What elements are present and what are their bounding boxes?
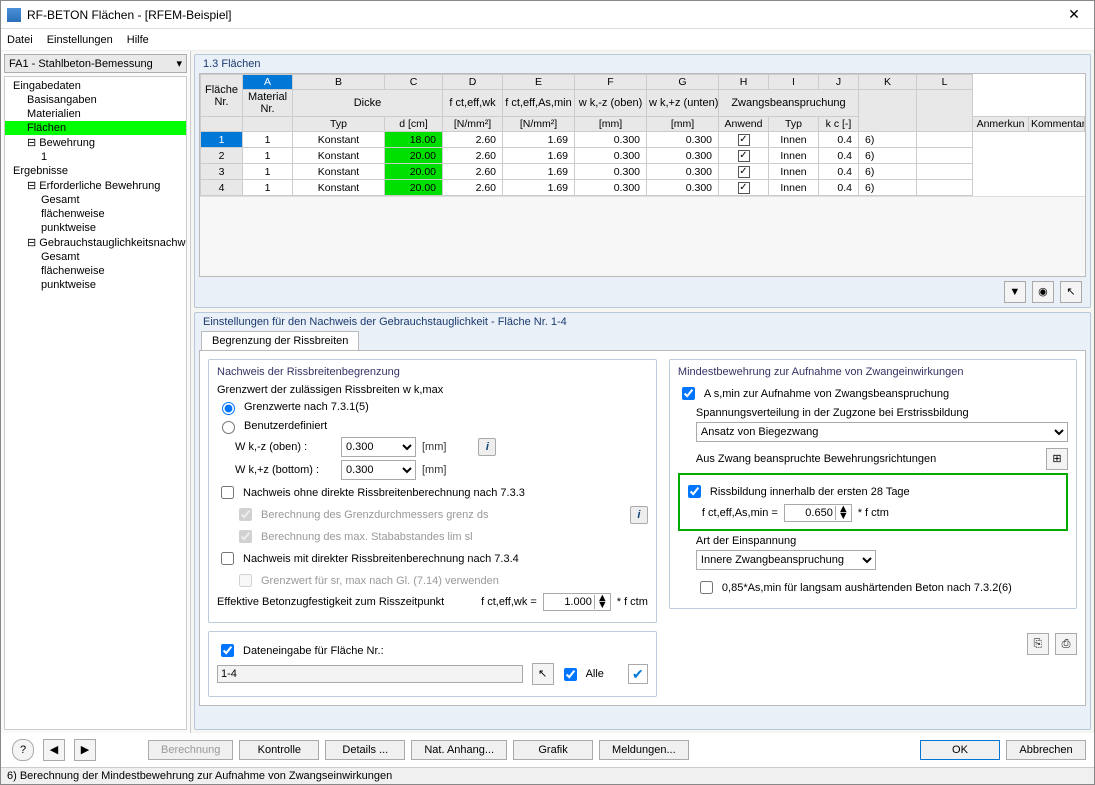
case-combo-value: FA1 - Stahlbeton-Bemessung [9,58,176,70]
spannung-select[interactable]: Ansatz von Biegezwang [696,422,1068,442]
tree-eingabedaten[interactable]: Eingabedaten [5,79,186,93]
tree-basisangaben[interactable]: Basisangaben [5,93,186,107]
paste-icon[interactable]: ⎙ [1055,633,1077,655]
menu-settings[interactable]: Einstellungen [47,34,113,46]
case-combo[interactable]: FA1 - Stahlbeton-Bemessung ▾ [4,54,187,73]
table-row[interactable]: 3 1 Konstant 20.00 2.60 1.69 0.300 0.300… [201,164,1085,180]
chk-mit-direkte[interactable] [221,552,234,565]
copy-icon[interactable]: ⎘ [1027,633,1049,655]
prev-icon[interactable]: ◀ [43,739,65,761]
tree-gesamt[interactable]: Gesamt [5,193,186,207]
chk-asmin[interactable] [682,387,695,400]
tree-punktweise2[interactable]: punktweise [5,278,186,292]
chk-ohne-direkte[interactable] [221,486,234,499]
einspannung-select[interactable]: Innere Zwangbeanspruchung [696,550,876,570]
tree-bewehrung-1[interactable]: 1 [5,150,186,164]
surfaces-grid[interactable]: FlächeNr. ABC DEFG HIJKL MaterialNr. Dic… [200,74,1085,196]
settings-title: Einstellungen für den Nachweis der Gebra… [195,313,1090,331]
menubar: Datei Einstellungen Hilfe [1,29,1094,51]
opt-grenzwerte-731[interactable] [222,402,235,415]
table-row[interactable]: 1 1 Konstant 18.00 2.60 1.69 0.300 0.300… [201,132,1085,148]
fctwk-spinner[interactable]: ▲▼ [543,593,611,611]
pick-range-icon[interactable]: ↖ [532,663,554,685]
tree-materialien[interactable]: Materialien [5,107,186,121]
chk-langsam[interactable] [700,581,713,594]
info-icon-2[interactable]: i [630,506,648,524]
direction-icon[interactable]: ⊞ [1046,448,1068,470]
tree-ergebnisse[interactable]: Ergebnisse [5,164,186,178]
filter-icon[interactable]: ▼ [1004,281,1026,303]
menu-file[interactable]: Datei [7,34,33,46]
tab-rissbreiten[interactable]: Begrenzung der Rissbreiten [201,331,359,350]
tree-flaechenweise2[interactable]: flächenweise [5,264,186,278]
info-icon[interactable]: i [478,438,496,456]
btn-ok[interactable]: OK [920,740,1000,760]
close-icon[interactable]: ✕ [1060,1,1088,29]
wk-oben-select[interactable]: 0.300 [341,437,416,457]
highlight-28-tage: Rissbildung innerhalb der ersten 28 Tage… [678,473,1068,531]
table-row[interactable]: 2 1 Konstant 20.00 2.60 1.69 0.300 0.300… [201,148,1085,164]
grenzwert-label: Grenzwert der zulässigen Rissbreiten w k… [217,384,648,396]
chk-riss28[interactable] [688,485,701,498]
col-flaeche-nr: FlächeNr. [201,75,243,117]
range-input[interactable] [217,665,523,683]
chk-srmax [239,574,252,587]
tree-erf-bewehrung[interactable]: ⊟ Erforderliche Bewehrung [5,178,186,193]
tree-gesamt2[interactable]: Gesamt [5,250,186,264]
btn-kontrolle[interactable]: Kontrolle [239,740,319,760]
chk-grenzds [239,508,252,521]
chk-maxstab [239,530,252,543]
app-icon [7,8,21,22]
nav-tree: Eingabedaten Basisangaben Materialien Fl… [4,76,187,730]
btn-grafik[interactable]: Grafik [513,740,593,760]
chk-dateneingabe[interactable] [221,644,234,657]
table-row[interactable]: 4 1 Konstant 20.00 2.60 1.69 0.300 0.300… [201,180,1085,196]
group-mindest-title: Mindestbewehrung zur Aufnahme von Zwange… [678,366,1068,378]
chk-alle[interactable] [564,668,577,681]
tree-gzg[interactable]: ⊟ Gebrauchstauglichkeitsnachweis [5,235,186,250]
main-panel-title: 1.3 Flächen [195,55,1090,73]
statusbar: 6) Berechnung der Mindestbewehrung zur A… [1,767,1094,784]
btn-nat-anhang[interactable]: Nat. Anhang... [411,740,507,760]
opt-benutzer[interactable] [222,421,235,434]
wk-bottom-select[interactable]: 0.300 [341,460,416,480]
window-title: RF-BETON Flächen - [RFEM-Beispiel] [27,8,1060,22]
fctmin-spinner[interactable]: ▲▼ [784,504,852,522]
btn-details[interactable]: Details ... [325,740,405,760]
tree-flaechen[interactable]: Flächen [5,121,186,135]
next-icon[interactable]: ▶ [74,739,96,761]
titlebar: RF-BETON Flächen - [RFEM-Beispiel] ✕ [1,1,1094,29]
menu-help[interactable]: Hilfe [127,34,149,46]
btn-meldungen[interactable]: Meldungen... [599,740,689,760]
eye-icon[interactable]: ◉ [1032,281,1054,303]
btn-abbrechen[interactable]: Abbrechen [1006,740,1086,760]
btn-berechnung[interactable]: Berechnung [148,740,233,760]
tree-bewehrung[interactable]: ⊟ Bewehrung [5,135,186,150]
tree-punktweise[interactable]: punktweise [5,221,186,235]
tree-flaechenweise[interactable]: flächenweise [5,207,186,221]
chevron-down-icon: ▾ [176,57,182,70]
group-nachweis-title: Nachweis der Rissbreitenbegrenzung [217,366,648,378]
help-icon[interactable]: ? [12,739,34,761]
apply-icon[interactable]: ✔ [628,664,648,684]
pick-icon[interactable]: ↖ [1060,281,1082,303]
